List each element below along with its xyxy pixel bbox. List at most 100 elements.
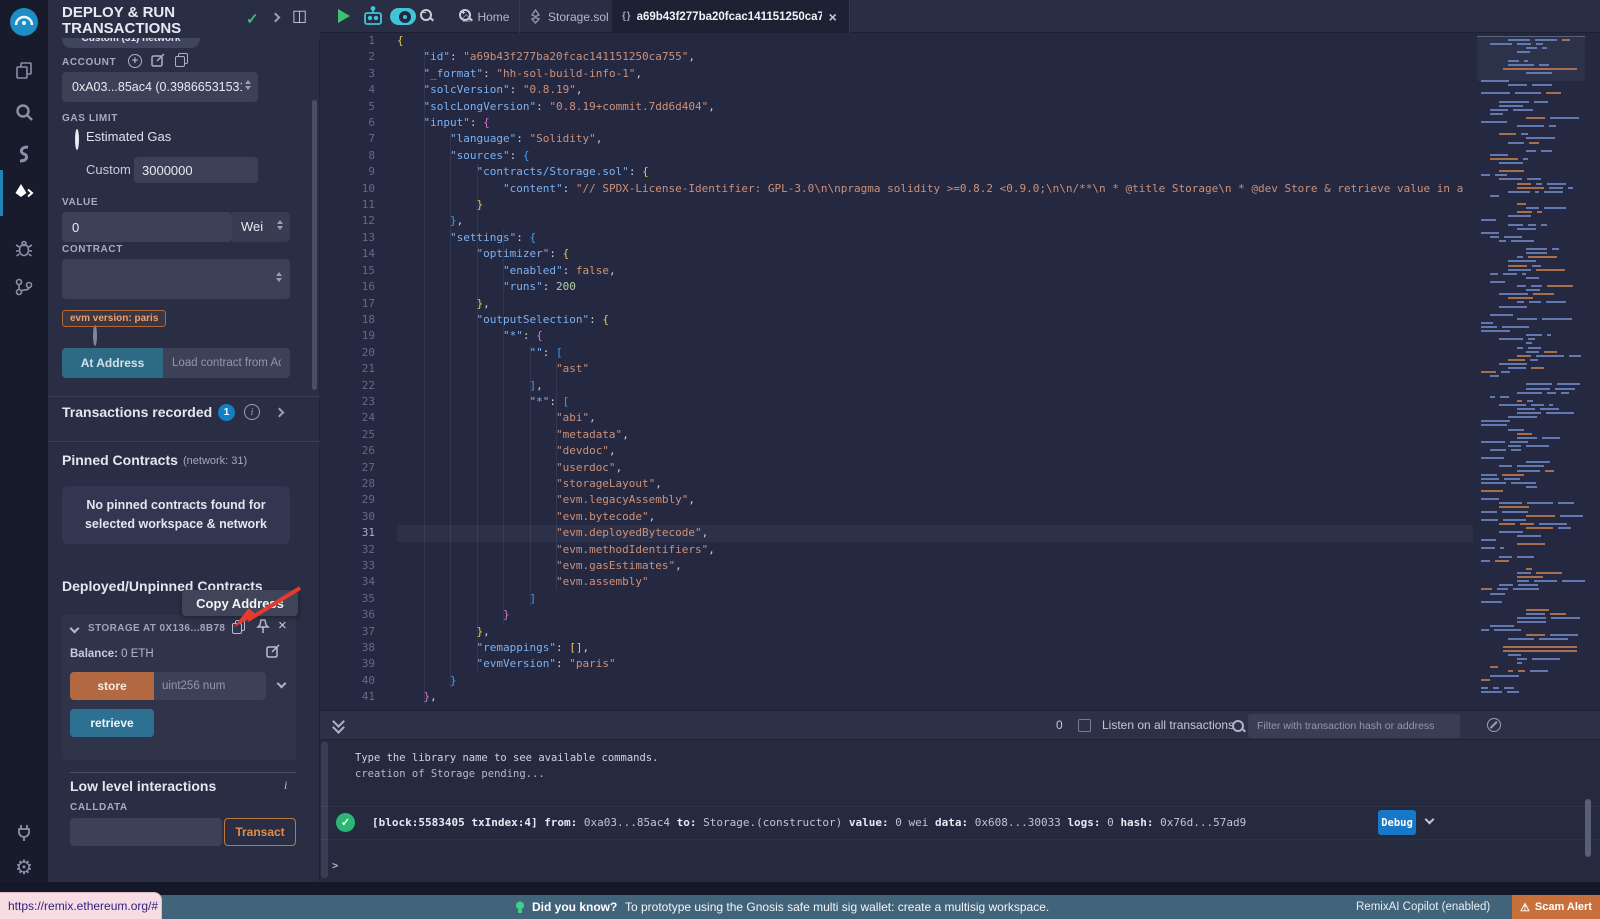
panel-scrollbar[interactable] — [312, 100, 317, 390]
terminal-scrollbar[interactable] — [1585, 799, 1591, 857]
retrieve-button[interactable]: retrieve — [70, 709, 154, 737]
search-icon[interactable] — [13, 101, 35, 123]
git-icon[interactable] — [13, 276, 35, 298]
code-line[interactable]: "contracts/Storage.sol": { — [397, 164, 1473, 180]
code-line[interactable]: ], — [397, 378, 1473, 394]
code-line[interactable]: }, — [397, 296, 1473, 312]
account-select[interactable]: 0xA03...85ac4 (0.39866531531 — [62, 72, 258, 102]
deploy-and-run-icon[interactable] — [13, 182, 35, 204]
custom-gas-radio[interactable] — [93, 325, 97, 346]
code-line[interactable]: "optimizer": { — [397, 246, 1473, 262]
code-line[interactable]: "sources": { — [397, 148, 1473, 164]
listen-checkbox[interactable] — [1078, 719, 1091, 732]
transact-button[interactable]: Transact — [224, 818, 296, 846]
collapse-panel-chevron-icon[interactable] — [271, 13, 281, 23]
code-line[interactable]: "input": { — [397, 115, 1473, 131]
code-line[interactable]: "language": "Solidity", — [397, 131, 1473, 147]
code-line[interactable]: } — [397, 607, 1473, 623]
code-line[interactable]: "evm.gasEstimates", — [397, 558, 1473, 574]
add-account-icon[interactable]: + — [128, 54, 142, 68]
code-line[interactable]: { — [397, 33, 1473, 49]
editor-code-lines[interactable]: { "id": "a69b43f277ba20fcac141151250ca75… — [397, 33, 1473, 710]
copilot-status[interactable]: RemixAI Copilot (enabled) — [1356, 901, 1490, 913]
code-line[interactable]: "metadata", — [397, 427, 1473, 443]
close-tab-icon[interactable]: × — [829, 9, 837, 25]
terminal-filter-input[interactable] — [1248, 714, 1460, 738]
file-explorer-icon[interactable] — [13, 59, 35, 81]
at-address-button[interactable]: At Address — [62, 348, 163, 378]
code-line[interactable]: "solcVersion": "0.8.19", — [397, 82, 1473, 98]
pin-panel-icon[interactable]: ◫ — [292, 6, 307, 26]
edit-balance-icon[interactable] — [266, 644, 281, 664]
scam-alert-badge[interactable]: ⚠ Scam Alert — [1512, 895, 1600, 919]
code-line[interactable]: "*": [ — [397, 394, 1473, 410]
code-line[interactable]: "settings": { — [397, 230, 1473, 246]
tab-storage-sol[interactable]: Storage.sol — [520, 0, 620, 33]
transactions-expand-chevron-icon[interactable] — [275, 408, 285, 418]
code-line[interactable]: "evm.assembly" — [397, 574, 1473, 590]
code-line[interactable]: "ast" — [397, 361, 1473, 377]
account-stepper[interactable] — [245, 80, 251, 90]
code-line[interactable]: "evm.legacyAssembly", — [397, 492, 1473, 508]
code-line[interactable]: }, — [397, 689, 1473, 705]
custom-gas-input[interactable] — [134, 157, 258, 183]
store-input[interactable] — [154, 672, 266, 700]
contract-instance-header[interactable]: STORAGE AT 0X136...8B78 — [88, 623, 225, 634]
remix-logo-icon[interactable] — [9, 7, 39, 37]
remix-ai-robot-icon[interactable] — [362, 6, 384, 32]
at-address-input[interactable] — [163, 348, 290, 378]
store-expand-chevron-icon[interactable] — [277, 679, 287, 689]
code-line[interactable]: ] — [397, 591, 1473, 607]
zoom-out-icon[interactable] — [420, 9, 433, 22]
copy-account-icon[interactable] — [175, 53, 188, 67]
terminal-prompt[interactable]: > — [332, 860, 338, 872]
value-input[interactable] — [62, 212, 232, 242]
copilot-toggle-icon[interactable] — [390, 8, 416, 25]
editor-minimap[interactable] — [1477, 33, 1585, 710]
value-unit-select[interactable]: Wei — [232, 212, 290, 242]
run-script-play-icon[interactable] — [338, 9, 350, 23]
calldata-input[interactable] — [70, 818, 222, 846]
transaction-log-row[interactable]: ✓ [block:5583405 txIndex:4] from: 0xa03.… — [320, 806, 1600, 840]
store-button[interactable]: store — [70, 672, 154, 700]
code-line[interactable]: "evm.deployedBytecode", — [397, 525, 1473, 541]
code-line[interactable]: "content": "// SPDX-License-Identifier: … — [397, 181, 1473, 197]
debugger-icon[interactable] — [13, 238, 35, 260]
settings-gear-icon[interactable]: ⚙ — [13, 856, 35, 878]
contract-select[interactable] — [62, 259, 290, 299]
code-line[interactable]: "devdoc", — [397, 443, 1473, 459]
contract-collapse-chevron-icon[interactable] — [70, 624, 80, 634]
expand-terminal-chevrons-icon[interactable] — [334, 717, 343, 732]
code-line[interactable]: "evmVersion": "paris" — [397, 656, 1473, 672]
edit-account-icon[interactable] — [151, 53, 166, 73]
solidity-compiler-icon[interactable] — [13, 143, 35, 165]
terminal-panel[interactable]: Type the library name to see available c… — [320, 740, 1600, 882]
code-line[interactable]: "evm.methodIdentifiers", — [397, 542, 1473, 558]
code-line[interactable]: "_format": "hh-sol-build-info-1", — [397, 66, 1473, 82]
low-level-info-icon[interactable]: i — [284, 778, 287, 793]
clear-console-icon[interactable] — [1487, 718, 1501, 732]
code-line[interactable]: } — [397, 197, 1473, 213]
estimated-gas-radio[interactable] — [75, 129, 79, 150]
plugin-manager-icon[interactable] — [13, 822, 35, 844]
code-line[interactable]: "storageLayout", — [397, 476, 1473, 492]
code-line[interactable]: "runs": 200 — [397, 279, 1473, 295]
code-line[interactable]: "evm.bytecode", — [397, 509, 1473, 525]
code-line[interactable]: "userdoc", — [397, 460, 1473, 476]
code-line[interactable]: "solcLongVersion": "0.8.19+commit.7dd6d4… — [397, 99, 1473, 115]
code-line[interactable]: }, — [397, 213, 1473, 229]
code-line[interactable]: "": [ — [397, 345, 1473, 361]
code-line[interactable]: "enabled": false, — [397, 263, 1473, 279]
debug-button[interactable]: Debug — [1378, 810, 1416, 835]
code-line[interactable]: } — [397, 673, 1473, 689]
tab-home[interactable]: ⌂ Home — [452, 0, 520, 33]
code-line[interactable]: "outputSelection": { — [397, 312, 1473, 328]
transactions-info-icon[interactable]: i — [244, 404, 260, 420]
code-line[interactable]: "abi", — [397, 410, 1473, 426]
code-line[interactable]: }, — [397, 624, 1473, 640]
code-line[interactable]: "remappings": [], — [397, 640, 1473, 656]
code-line[interactable]: "*": { — [397, 328, 1473, 344]
code-line[interactable]: "id": "a69b43f277ba20fcac141151250ca755"… — [397, 49, 1473, 65]
tab-build-info-json[interactable]: { } a69b43f277ba20fcac141151250ca755.jso… — [612, 0, 850, 33]
expand-log-chevron-icon[interactable] — [1425, 815, 1435, 825]
